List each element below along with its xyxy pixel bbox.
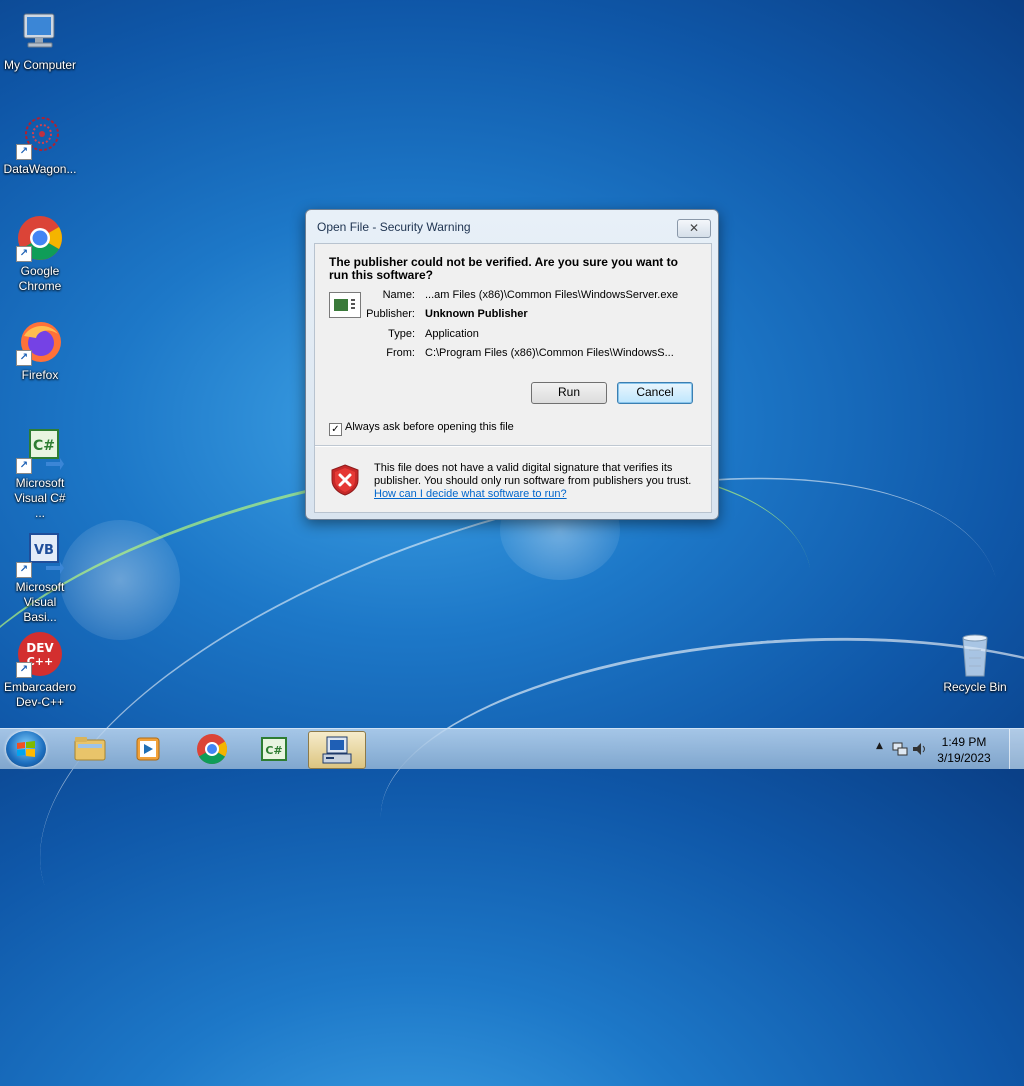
taskbar-explorer-button[interactable] xyxy=(62,731,118,767)
field-key: Type: xyxy=(388,328,415,340)
volume-icon[interactable] xyxy=(912,741,928,757)
program-installer-icon xyxy=(322,736,352,764)
shortcut-arrow-icon: ↗ xyxy=(16,562,32,578)
system-tray: ▲ 1:49 PM 3/19/2023 xyxy=(864,729,1024,769)
close-button[interactable]: ✕ xyxy=(677,219,711,238)
chrome-icon xyxy=(197,734,228,765)
desktop-icon-recycle-bin[interactable]: Recycle Bin xyxy=(935,630,1015,695)
help-link[interactable]: How can I decide what software to run? xyxy=(374,488,567,500)
dev-cpp-icon: DEV C++ ↗ xyxy=(16,630,64,678)
taskbar-chrome-button[interactable] xyxy=(184,731,240,767)
security-warning-dialog: Open File - Security Warning ✕ The publi… xyxy=(305,209,719,520)
desktop-icon-label: DataWagon... xyxy=(3,162,77,176)
desktop-icon-label: Microsoft Visual Basi... xyxy=(15,580,65,624)
desktop-icon-label: My Computer xyxy=(3,58,77,72)
shortcut-arrow-icon: ↗ xyxy=(16,662,32,678)
taskbar: C# ▲ 1:49 PM 3/19/2023 xyxy=(0,728,1024,769)
desktop-icon-label: Google Chrome xyxy=(18,264,62,293)
shortcut-arrow-icon: ↗ xyxy=(16,458,32,474)
svg-text:C#: C# xyxy=(33,438,55,454)
desktop-icon-dev-cpp[interactable]: DEV C++ ↗ Embarcadero Dev-C++ xyxy=(0,630,80,710)
taskbar-visual-csharp-button[interactable]: C# xyxy=(246,731,302,767)
start-button[interactable] xyxy=(6,731,46,767)
desktop-icon-label: Firefox xyxy=(21,368,59,382)
svg-text:C#: C# xyxy=(265,744,282,757)
desktop-icon-my-computer[interactable]: My Computer xyxy=(0,8,80,73)
dialog-body: The publisher could not be verified. Are… xyxy=(314,243,712,513)
checkmark-icon[interactable]: ✓ xyxy=(329,423,342,436)
desktop-icon-datawagon[interactable]: ↗ DataWagon... xyxy=(0,112,80,177)
field-value-from: C:\Program Files (x86)\Common Files\Wind… xyxy=(425,347,674,359)
desktop-icon-label: Microsoft Visual C# ... xyxy=(14,476,66,520)
visual-csharp-icon: C# xyxy=(261,737,287,761)
show-desktop-button[interactable] xyxy=(1009,729,1024,769)
show-hidden-icons-arrow[interactable]: ▲ xyxy=(876,741,883,751)
windows-logo-icon xyxy=(17,741,35,757)
field-key: From: xyxy=(386,347,415,359)
shield-warning-icon xyxy=(331,464,359,496)
folder-icon xyxy=(74,737,106,761)
firefox-icon: ↗ xyxy=(16,318,64,366)
media-player-icon xyxy=(136,737,160,761)
svg-text:VB: VB xyxy=(34,543,54,558)
field-value-type: Application xyxy=(425,328,479,340)
taskbar-media-player-button[interactable] xyxy=(120,731,176,767)
taskbar-active-program-button[interactable] xyxy=(308,731,366,769)
shortcut-arrow-icon: ↗ xyxy=(16,246,32,262)
datawagon-icon: ↗ xyxy=(16,112,64,160)
cancel-button[interactable]: Cancel xyxy=(617,382,693,404)
dialog-title: Open File - Security Warning xyxy=(317,220,471,234)
desktop-icon-firefox[interactable]: ↗ Firefox xyxy=(0,318,80,383)
visual-csharp-icon: C# ↗ xyxy=(16,426,64,474)
clock-time: 1:49 PM xyxy=(941,735,987,749)
chrome-icon: ↗ xyxy=(16,214,64,262)
field-key: Name: xyxy=(382,289,415,301)
desktop-icon-label: Recycle Bin xyxy=(943,680,1007,694)
warning-message: This file does not have a valid digital … xyxy=(374,462,699,501)
shortcut-arrow-icon: ↗ xyxy=(16,350,32,366)
desktop-icon-visual-csharp[interactable]: C# ↗ Microsoft Visual C# ... xyxy=(0,426,80,521)
field-value-publisher: Unknown Publisher xyxy=(425,308,528,320)
field-value-name: ...am Files (x86)\Common Files\WindowsSe… xyxy=(425,289,679,301)
network-icon[interactable] xyxy=(892,741,908,757)
run-button[interactable]: Run xyxy=(531,382,607,404)
svg-text:DEV: DEV xyxy=(26,641,54,655)
shortcut-arrow-icon: ↗ xyxy=(16,144,32,160)
clock-date: 3/19/2023 xyxy=(937,751,991,765)
desktop-icon-google-chrome[interactable]: ↗ Google Chrome xyxy=(0,214,80,294)
wallpaper-swoosh xyxy=(370,612,1024,971)
recycle-bin-icon xyxy=(951,630,999,678)
desktop-icon-label: Embarcadero Dev-C++ xyxy=(4,680,77,709)
field-key: Publisher: xyxy=(366,308,415,320)
visual-basic-icon: VB ↗ xyxy=(16,530,64,578)
computer-icon xyxy=(16,8,64,56)
divider xyxy=(315,445,711,447)
clock[interactable]: 1:49 PM 3/19/2023 xyxy=(934,734,994,766)
desktop-icon-visual-basic[interactable]: VB ↗ Microsoft Visual Basi... xyxy=(0,530,80,625)
always-ask-checkbox[interactable]: ✓ Always ask before opening this file xyxy=(329,421,514,436)
warning-text: This file does not have a valid digital … xyxy=(374,462,692,487)
checkbox-label: Always ask before opening this file xyxy=(345,421,514,433)
dialog-headline: The publisher could not be verified. Are… xyxy=(329,255,678,282)
